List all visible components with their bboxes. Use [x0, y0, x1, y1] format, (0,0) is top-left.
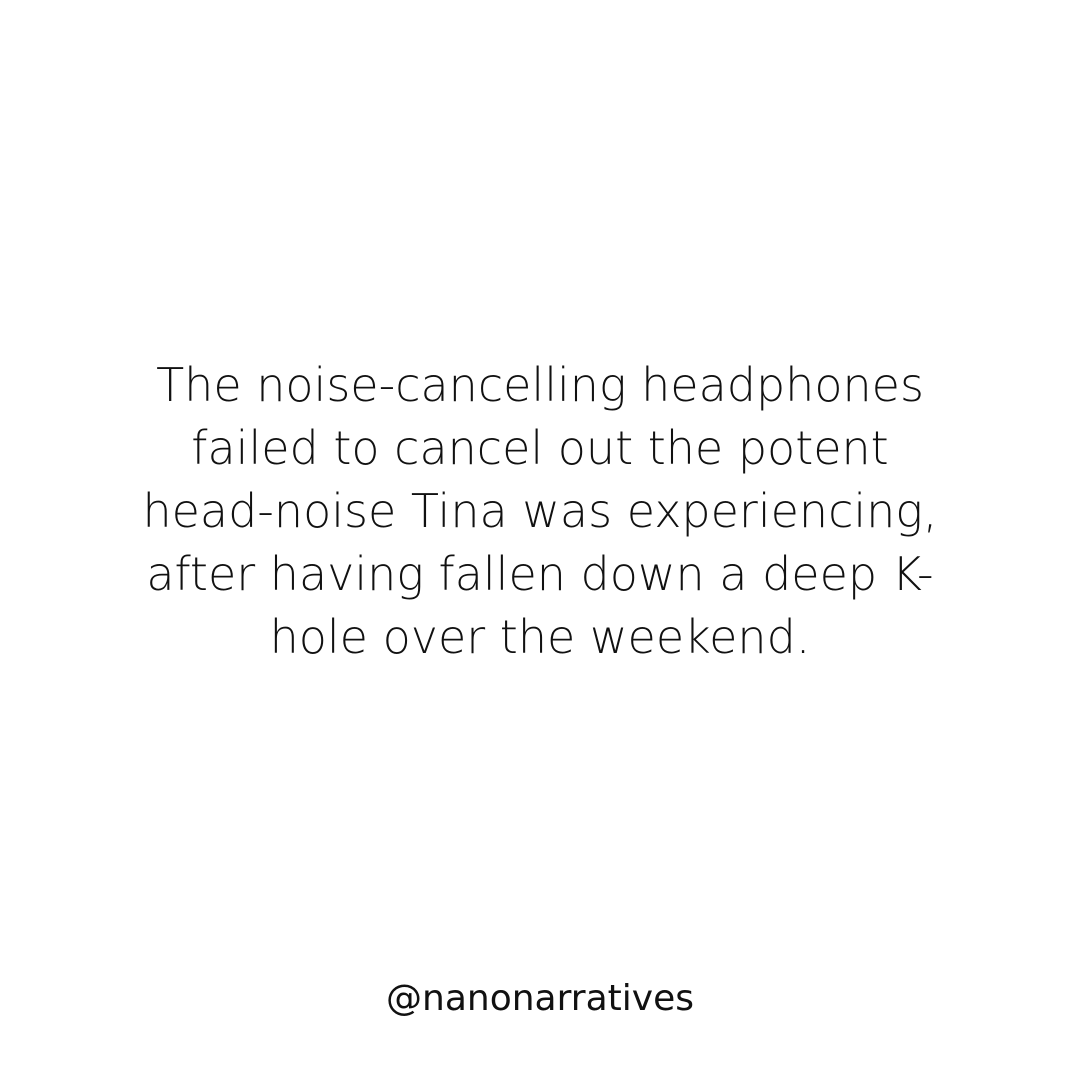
story-line: failed to cancel out the potent: [191, 421, 889, 475]
story-text: The noise-cancelling headphones failed t…: [90, 354, 990, 669]
story-line: head-noise Tina was experiencing,: [142, 484, 938, 538]
story-line: after having fallen down a deep K-: [146, 547, 934, 601]
story-line: The noise-cancelling headphones: [156, 358, 924, 412]
post-canvas: The noise-cancelling headphones failed t…: [0, 0, 1080, 1080]
story-line: hole over the weekend.: [269, 610, 811, 664]
author-handle: @nanonarratives: [386, 978, 694, 1019]
